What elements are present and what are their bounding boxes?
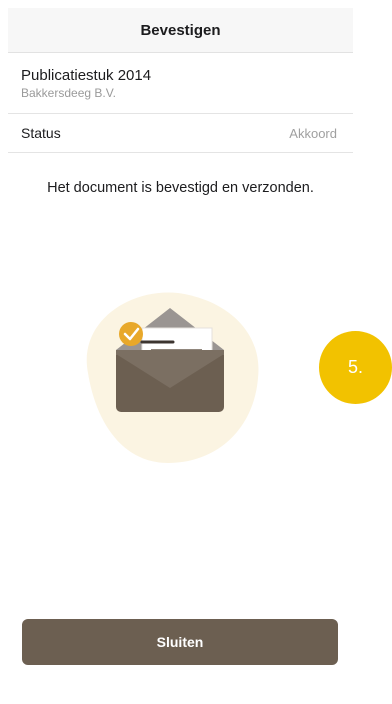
close-button[interactable]: Sluiten (22, 619, 338, 665)
confirmation-message: Het document is bevestigd en verzonden. (47, 180, 314, 196)
document-company: Bakkersdeeg B.V. (21, 86, 116, 100)
document-info-row: Publicatiestuk 2014 Bakkersdeeg B.V. (8, 53, 353, 114)
confirm-screen: Bevestigen Publicatiestuk 2014 Bakkersde… (8, 8, 353, 704)
status-row: Status Akkoord (8, 114, 353, 153)
step-badge: 5. (319, 331, 392, 404)
check-badge-icon (119, 322, 143, 346)
status-value: Akkoord (289, 125, 337, 141)
document-title: Publicatiestuk 2014 (21, 67, 152, 84)
page-title: Bevestigen (140, 21, 221, 39)
status-label: Status (21, 125, 61, 141)
envelope-check-icon (86, 292, 259, 463)
navigation-bar: Bevestigen (8, 8, 353, 53)
